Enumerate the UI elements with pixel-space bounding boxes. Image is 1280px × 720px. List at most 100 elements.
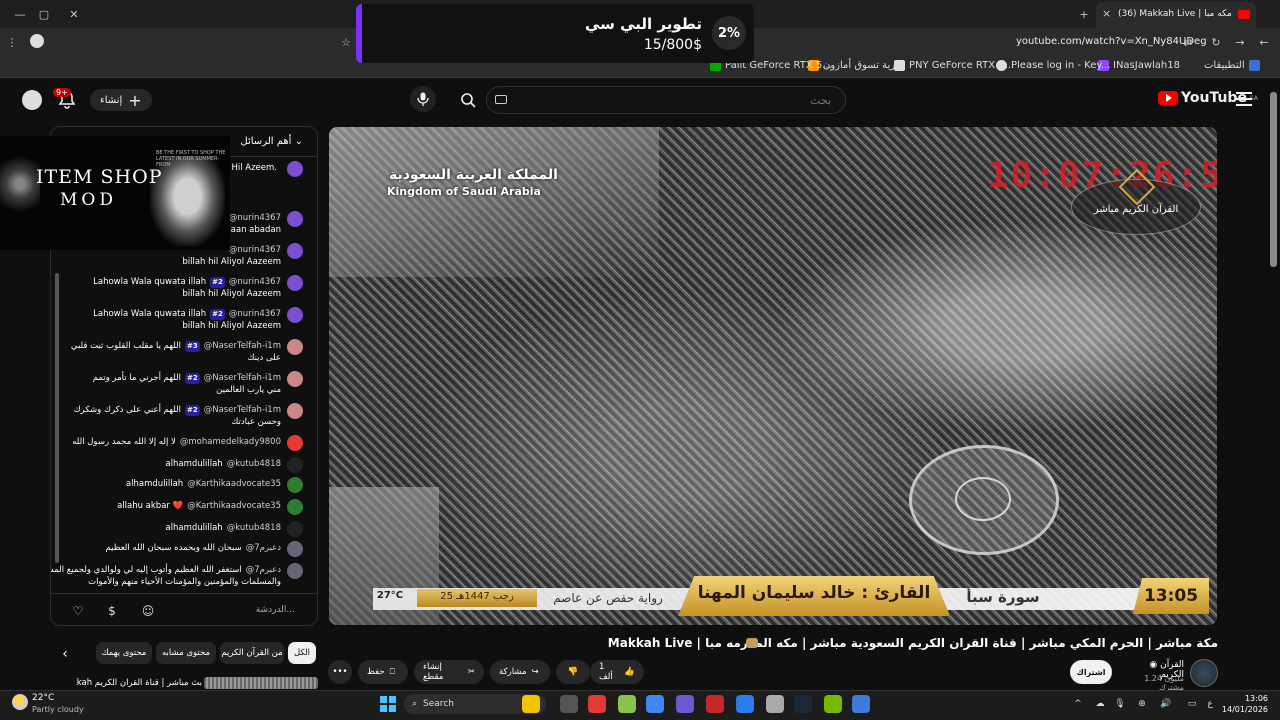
new-tab-icon[interactable]: + bbox=[1076, 6, 1092, 22]
avatar[interactable] bbox=[287, 521, 303, 537]
chat-username[interactable]: @Karthikaadvocate35 bbox=[187, 479, 281, 490]
channel-avatar[interactable] bbox=[1190, 659, 1218, 687]
search-input[interactable] bbox=[487, 87, 845, 113]
keyboard-icon[interactable] bbox=[495, 95, 507, 104]
tab-active[interactable]: × (36) Makkah Live | مكه مبا bbox=[1096, 2, 1256, 28]
subscribe-button[interactable]: اشتراك bbox=[1070, 660, 1112, 684]
weather-description[interactable]: Partly cloudy bbox=[32, 705, 84, 714]
avatar[interactable] bbox=[287, 457, 303, 473]
reload-icon[interactable]: ↻ bbox=[1208, 34, 1224, 50]
taskbar-app-icon[interactable] bbox=[560, 695, 578, 713]
avatar[interactable] bbox=[287, 541, 303, 557]
avatar[interactable] bbox=[287, 403, 303, 419]
avatar[interactable] bbox=[287, 161, 303, 177]
chip-all[interactable]: الكل bbox=[288, 642, 316, 664]
chat-username[interactable]: @NaserTelfah-i1m bbox=[204, 373, 281, 384]
chat-scrollbar[interactable] bbox=[55, 273, 59, 563]
avatar[interactable] bbox=[287, 211, 303, 227]
chat-username[interactable]: @kutub4818 bbox=[227, 523, 281, 534]
chat-username[interactable]: @nurin4367 bbox=[229, 277, 281, 288]
chip-recommended[interactable]: محتوى يهمك bbox=[96, 642, 152, 664]
taskbar-app-icon[interactable] bbox=[588, 695, 606, 713]
heart-icon[interactable]: ♡ bbox=[69, 602, 87, 620]
avatar[interactable] bbox=[287, 371, 303, 387]
video-player[interactable]: المملكة العربية السعودية Kingdom of Saud… bbox=[329, 127, 1217, 625]
cloud-icon[interactable]: ☁ bbox=[1094, 698, 1106, 710]
taskbar-app-icon[interactable] bbox=[736, 695, 754, 713]
profile-icon[interactable] bbox=[30, 34, 44, 48]
chat-username[interactable]: @NaserTelfah-i1m bbox=[204, 341, 281, 352]
taskbar-app-icon[interactable] bbox=[706, 695, 724, 713]
recommendation-thumbnail[interactable] bbox=[204, 677, 318, 689]
dislike-button[interactable]: 👎 bbox=[556, 660, 590, 684]
taskbar-app-icon[interactable] bbox=[676, 695, 694, 713]
minimize-icon[interactable]: — bbox=[12, 6, 28, 22]
chat-username[interactable]: @nurin4367 bbox=[229, 245, 281, 256]
chat-username[interactable]: @mohamedelkady9800 bbox=[180, 437, 281, 448]
clip-button[interactable]: إنشاء مقطع ✂ bbox=[414, 660, 484, 684]
taskbar-app-icon[interactable] bbox=[646, 695, 664, 713]
avatar[interactable] bbox=[22, 90, 42, 110]
avatar[interactable] bbox=[287, 477, 303, 493]
taskbar-app-icon[interactable] bbox=[852, 695, 870, 713]
avatar[interactable] bbox=[287, 499, 303, 515]
microphone-tray-icon[interactable]: 🎙 bbox=[1114, 698, 1126, 710]
bookmark-star-icon[interactable]: ☆ bbox=[338, 34, 354, 50]
emoji-icon[interactable]: ☺ bbox=[139, 602, 157, 620]
avatar[interactable] bbox=[287, 307, 303, 323]
chat-mode-selector[interactable]: أهم الرسائل ⌄ bbox=[240, 136, 303, 147]
back-icon[interactable]: ← bbox=[1256, 34, 1272, 50]
windows-start-icon[interactable] bbox=[380, 696, 396, 712]
voice-search-button[interactable] bbox=[410, 86, 436, 112]
weather-icon[interactable] bbox=[12, 694, 28, 710]
forward-icon[interactable]: → bbox=[1232, 34, 1248, 50]
weather-temperature[interactable]: 22°C bbox=[32, 693, 54, 703]
chat-username[interactable]: @NaserTelfah-i1m bbox=[204, 405, 281, 416]
chat-username[interactable]: @دعبرم7 bbox=[246, 565, 281, 576]
bookmark-apps[interactable]: التطبيقات bbox=[1204, 60, 1260, 71]
site-settings-icon[interactable]: ⇄ bbox=[1180, 34, 1196, 50]
bookmark-item[interactable]: PNY GeForce RTX 5... bbox=[894, 60, 1014, 71]
chevron-up-icon[interactable]: ^ bbox=[1072, 698, 1084, 710]
avatar[interactable] bbox=[287, 563, 303, 579]
chip-related[interactable]: محتوى مشابه bbox=[156, 642, 216, 664]
url-text[interactable]: youtube.com/watch?v=Xn_Ny84UDeg bbox=[1016, 36, 1207, 47]
close-tab-icon[interactable]: × bbox=[1102, 7, 1111, 20]
more-actions-button[interactable]: ••• bbox=[328, 660, 352, 684]
speaker-icon[interactable]: 🔊 bbox=[1160, 698, 1172, 710]
chat-username[interactable]: @دعبرم7 bbox=[246, 543, 281, 554]
language-icon[interactable]: ع bbox=[1204, 698, 1216, 710]
maximize-icon[interactable]: ▢ bbox=[36, 6, 52, 22]
page-scrollbar[interactable] bbox=[1270, 92, 1277, 267]
avatar[interactable] bbox=[287, 243, 303, 259]
share-button[interactable]: مشاركة ↪ bbox=[490, 660, 550, 684]
recommendation-title[interactable]: بث مباشر | قناة القرآن الكريم Makkah bbox=[76, 678, 202, 688]
chat-username[interactable]: @nurin4367 bbox=[229, 309, 281, 320]
avatar[interactable] bbox=[287, 435, 303, 451]
clock-date[interactable]: 14/01/2026 bbox=[1220, 705, 1268, 714]
network-icon[interactable]: ⊕ bbox=[1136, 698, 1148, 710]
save-button[interactable]: حفظ ⎕ bbox=[358, 660, 408, 684]
taskbar-app-icon[interactable] bbox=[824, 695, 842, 713]
vertical-dots-icon[interactable]: ⋮ bbox=[4, 34, 20, 50]
taskbar-app-icon[interactable] bbox=[766, 695, 784, 713]
chat-username[interactable]: @nurin4367 bbox=[229, 213, 281, 224]
super-chat-icon[interactable]: $ bbox=[103, 602, 121, 620]
clock-time[interactable]: 13:06 bbox=[1220, 694, 1268, 703]
chat-username[interactable]: @kutub4818 bbox=[227, 459, 281, 470]
create-button[interactable]: إنشاء + bbox=[90, 89, 152, 111]
chip-quran[interactable]: من القرآن الكريم bbox=[220, 642, 284, 664]
like-button[interactable]: 1 ألف 👍 bbox=[590, 660, 644, 684]
display-icon[interactable]: ▭ bbox=[1186, 698, 1198, 710]
chat-username[interactable]: @Karthikaadvocate35 bbox=[187, 501, 281, 512]
taskbar-app-icon[interactable] bbox=[522, 695, 540, 713]
chat-input[interactable]: الدردشة... bbox=[256, 605, 295, 615]
avatar[interactable] bbox=[287, 339, 303, 355]
taskbar-app-icon[interactable] bbox=[618, 695, 636, 713]
hamburger-menu-icon[interactable] bbox=[1236, 92, 1252, 106]
search-button[interactable] bbox=[452, 86, 484, 114]
taskbar-app-icon[interactable] bbox=[794, 695, 812, 713]
close-window-icon[interactable]: ✕ bbox=[66, 6, 82, 22]
avatar[interactable] bbox=[287, 275, 303, 291]
chevron-left-icon[interactable]: ‹ bbox=[56, 645, 74, 663]
